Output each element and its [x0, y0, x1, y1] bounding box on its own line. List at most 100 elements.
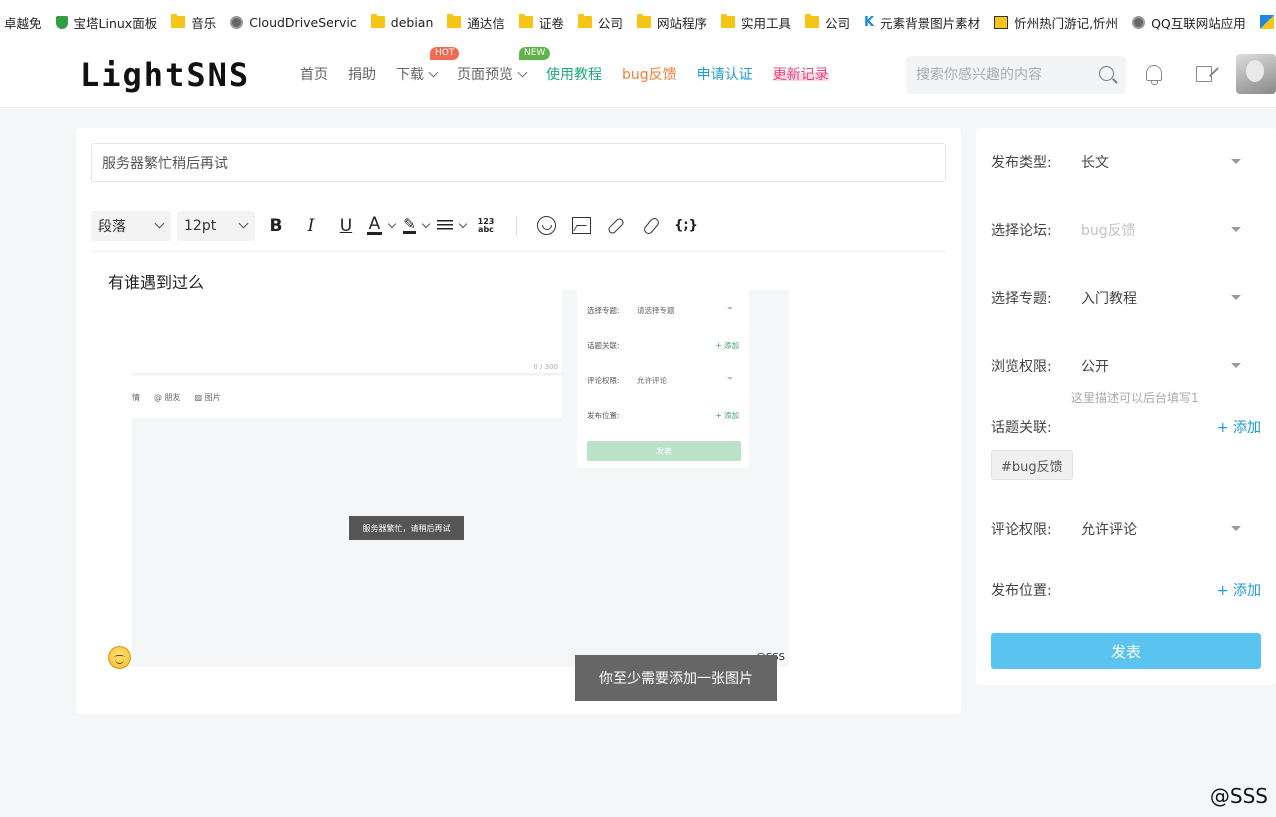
nav-preview[interactable]: NEW 页面预览 — [457, 47, 551, 84]
chevron-down-icon — [428, 67, 439, 77]
search-input[interactable] — [916, 67, 1086, 83]
bookmark-1[interactable]: 宝塔Linux面板 — [55, 13, 158, 32]
embedded-label: 发布位置: — [587, 411, 620, 420]
field-value: 入门教程 — [1081, 291, 1137, 307]
dropdown-arrow-icon — [1231, 295, 1241, 300]
dropdown-arrow-icon — [1231, 159, 1241, 164]
bookmark-7[interactable]: 公司 — [577, 13, 623, 32]
font-color-button[interactable]: A — [366, 211, 397, 241]
field-label: 选择论坛: — [991, 223, 1052, 239]
field-label: 发布位置: — [991, 583, 1052, 599]
field-label: 发布类型: — [991, 155, 1052, 171]
embedded-value: 请选择专题 — [637, 306, 675, 315]
embedded-label: 评论权限: — [587, 376, 620, 385]
topic-tag[interactable]: #bug反馈 — [991, 450, 1073, 480]
word-count-button[interactable]: 123 abc — [471, 211, 501, 241]
mail-icon — [994, 15, 1009, 29]
nav-home[interactable]: 首页 — [300, 64, 328, 84]
bookmark-2[interactable]: 音乐 — [171, 13, 216, 32]
editor-toolbar: 段落 12pt B I U A ✎ 123 abc {;} — [91, 200, 946, 252]
underline-icon: U — [339, 215, 353, 236]
folder-icon — [447, 14, 462, 28]
bookmark-11[interactable]: K 元素背景图片素材 — [864, 13, 980, 32]
bookmark-12[interactable]: 忻州热门游记,忻州 — [994, 13, 1118, 32]
search-icon[interactable] — [1099, 66, 1114, 81]
view-permission-select[interactable]: 浏览权限: 公开 — [991, 356, 1261, 376]
bookmark-label: 通达信 — [467, 15, 505, 31]
bookmark-13[interactable]: QQ互联网站应用 — [1132, 13, 1246, 32]
folder-icon — [636, 14, 651, 28]
nav-verify[interactable]: 申请认证 — [697, 64, 753, 84]
bookmark-9[interactable]: 实用工具 — [720, 13, 791, 32]
folder-icon — [518, 14, 533, 28]
bookmark-label: debian — [390, 14, 434, 30]
bookmark-label: CloudDriveServic — [249, 14, 357, 30]
avatar[interactable] — [1236, 54, 1276, 94]
location-row: 发布位置: + 添加 — [991, 580, 1261, 600]
embedded-tool: 情 — [132, 392, 140, 402]
highlight-button[interactable]: ✎ — [401, 211, 431, 241]
site-logo[interactable]: LightSNS — [80, 56, 250, 94]
image-icon — [571, 217, 591, 234]
nav-label: 首页 — [300, 67, 328, 83]
nav-bug-feedback[interactable]: bug反馈 — [622, 64, 677, 84]
attachment-button[interactable] — [636, 211, 666, 241]
bookmark-label: 宝塔Linux面板 — [73, 15, 158, 31]
edit-icon[interactable] — [1196, 66, 1212, 82]
emoji-button[interactable] — [531, 211, 561, 241]
bookmark-10[interactable]: 公司 — [804, 13, 850, 32]
bookmark-4[interactable]: debian — [370, 14, 434, 30]
chevron-down-icon — [238, 218, 249, 228]
folder-icon — [370, 14, 385, 28]
publish-settings-panel: 发布类型: 长文 选择论坛: bug反馈 选择专题: 入门教程 浏览权限: 公开… — [976, 128, 1276, 685]
image-button[interactable] — [566, 211, 596, 241]
link-icon — [606, 216, 626, 235]
publish-button[interactable]: 发表 — [991, 633, 1261, 669]
add-location-link[interactable]: + 添加 — [1217, 580, 1261, 600]
code-button[interactable]: {;} — [671, 211, 701, 241]
nav-label: 申请认证 — [696, 67, 753, 83]
link-button[interactable] — [601, 211, 631, 241]
bold-button[interactable]: B — [261, 211, 291, 241]
field-value: 允许评论 — [1081, 522, 1137, 538]
italic-icon: I — [307, 215, 315, 236]
font-size-select[interactable]: 12pt — [177, 210, 255, 241]
dropdown-arrow-icon — [1231, 363, 1241, 368]
bookmark-5[interactable]: 通达信 — [447, 13, 505, 32]
bookmark-3[interactable]: CloudDriveServic — [230, 15, 357, 30]
italic-button[interactable]: I — [296, 211, 326, 241]
embedded-tools: 情 @ 朋友 ▨ 图片 — [132, 376, 562, 418]
embedded-side-panel: 选择专题: 请选择专题 话题关联: + 添加 评论权限: 允许评论 发布位置: + 添加… — [577, 290, 749, 468]
globe-icon — [230, 15, 244, 29]
dropdown-arrow-icon — [727, 307, 733, 310]
forum-select[interactable]: 选择论坛: bug反馈 — [991, 220, 1261, 240]
comment-permission-select[interactable]: 评论权限: 允许评论 — [991, 519, 1261, 539]
nav-donate[interactable]: 捐助 — [348, 64, 376, 84]
bookmark-label: 公司 — [597, 15, 623, 31]
chevron-down-icon — [154, 218, 165, 228]
nav-tutorial[interactable]: 使用教程 — [546, 64, 602, 84]
field-value: 公开 — [1081, 359, 1109, 375]
title-input[interactable]: 服务器繁忙稍后再试 — [91, 143, 946, 182]
main-nav: 首页 捐助 HOT 下载 NEW 页面预览 使用教程 bug反馈 申请认证 更新记录 — [300, 47, 849, 84]
bookmarks-bar: 卓越免 宝塔Linux面板 音乐 CloudDriveServic debian… — [0, 0, 1276, 44]
embedded-add: + 添加 — [715, 411, 739, 420]
paragraph-select[interactable]: 段落 — [91, 210, 171, 241]
add-topic-link[interactable]: + 添加 — [1217, 417, 1261, 437]
topic-select[interactable]: 选择专题: 入门教程 — [991, 288, 1261, 308]
bookmark-14[interactable]: 站 — [1259, 13, 1276, 32]
field-label: 评论权限: — [991, 522, 1052, 538]
nav-download[interactable]: HOT 下载 — [396, 47, 460, 84]
chevron-down-icon — [421, 219, 431, 229]
align-button[interactable] — [436, 211, 467, 241]
underline-button[interactable]: U — [331, 211, 361, 241]
bookmark-6[interactable]: 证卷 — [518, 13, 564, 32]
field-label: 浏览权限: — [991, 359, 1052, 375]
nav-changelog[interactable]: 更新记录 — [772, 64, 829, 84]
bell-icon[interactable] — [1146, 65, 1162, 85]
dropdown-arrow-icon — [1231, 227, 1241, 232]
bookmark-0[interactable]: 卓越免 — [4, 13, 42, 32]
publish-type-select[interactable]: 发布类型: 长文 — [991, 152, 1261, 172]
bookmark-8[interactable]: 网站程序 — [636, 13, 707, 32]
bold-icon: B — [269, 215, 283, 236]
